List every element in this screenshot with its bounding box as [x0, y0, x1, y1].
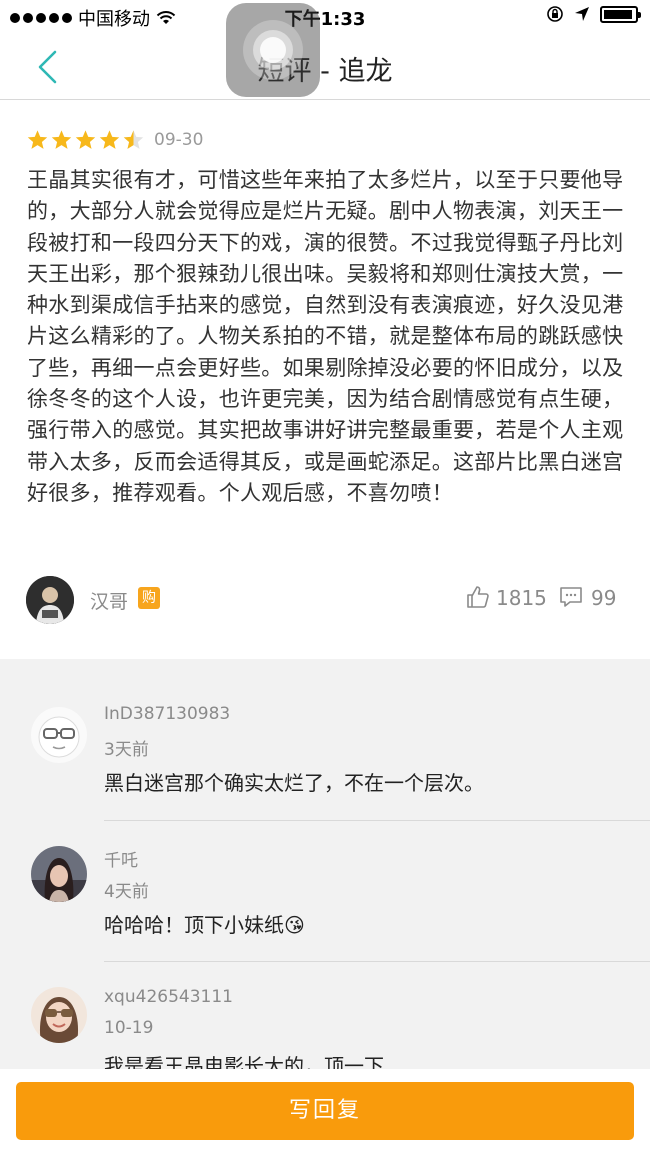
review-body: 王晶其实很有才，可惜这些年来拍了太多烂片，以至于只要他导的，大部分人就会觉得应是…	[27, 168, 624, 505]
star-full-icon	[27, 130, 48, 149]
assistive-touch-button[interactable]	[226, 3, 320, 97]
reply-text: 哈哈哈！顶下小妹纸😘	[104, 913, 305, 937]
avatar[interactable]	[31, 846, 87, 902]
reply-text: 我是看王晶电影长大的，顶一下	[104, 1054, 384, 1069]
reply-date: 10-19	[104, 1018, 154, 1038]
footer: 写回复	[0, 1069, 650, 1156]
star-rating	[26, 129, 145, 151]
star-full-icon	[99, 130, 120, 149]
reply-username[interactable]: xqu426543111	[104, 987, 233, 1007]
status-bar: 中国移动 下午1:33	[0, 0, 650, 34]
review-card: 09-30 王晶其实很有才，可惜这些年来拍了太多烂片，以至于只要他导的，大部分人…	[0, 101, 650, 659]
author-row: 汉哥 购 1815 99	[26, 576, 624, 624]
write-reply-button[interactable]: 写回复	[16, 1082, 634, 1140]
status-right	[546, 5, 641, 23]
star-half-icon	[123, 130, 144, 149]
default-avatar-image	[31, 707, 87, 763]
comment-icon[interactable]	[559, 586, 583, 608]
reply-username[interactable]: 千吒	[104, 846, 138, 871]
author-avatar-image	[26, 576, 74, 624]
review-date: 09-30	[154, 130, 204, 150]
page-title: 短评 - 追龙	[257, 56, 393, 87]
orientation-lock-icon	[547, 6, 563, 22]
reply-date: 3天前	[104, 740, 149, 760]
avatar[interactable]	[31, 707, 87, 763]
rating-row: 09-30	[26, 129, 203, 151]
reply-list: InD387130983 3天前 黑白迷宫那个确实太烂了，不在一个层次。 千吒 …	[0, 659, 650, 1069]
divider	[104, 820, 650, 821]
avatar[interactable]	[26, 576, 74, 624]
like-count[interactable]: 1815	[496, 586, 547, 610]
star-full-icon	[51, 130, 72, 149]
comment-count[interactable]: 99	[591, 586, 616, 610]
divider	[104, 961, 650, 962]
reply-username[interactable]: InD387130983	[104, 704, 230, 724]
purchased-badge: 购	[138, 587, 160, 609]
author-name[interactable]: 汉哥	[90, 587, 128, 614]
thumbs-up-icon[interactable]	[466, 585, 490, 609]
star-full-icon	[75, 130, 96, 149]
location-arrow-icon	[575, 7, 589, 21]
user-avatar-image	[31, 987, 87, 1043]
battery-icon	[600, 5, 641, 23]
avatar[interactable]	[31, 987, 87, 1043]
user-avatar-image	[31, 846, 87, 902]
reply-text: 黑白迷宫那个确实太烂了，不在一个层次。	[104, 771, 484, 795]
navigation-bar: 短评 - 追龙	[0, 34, 650, 100]
reply-date: 4天前	[104, 882, 149, 902]
